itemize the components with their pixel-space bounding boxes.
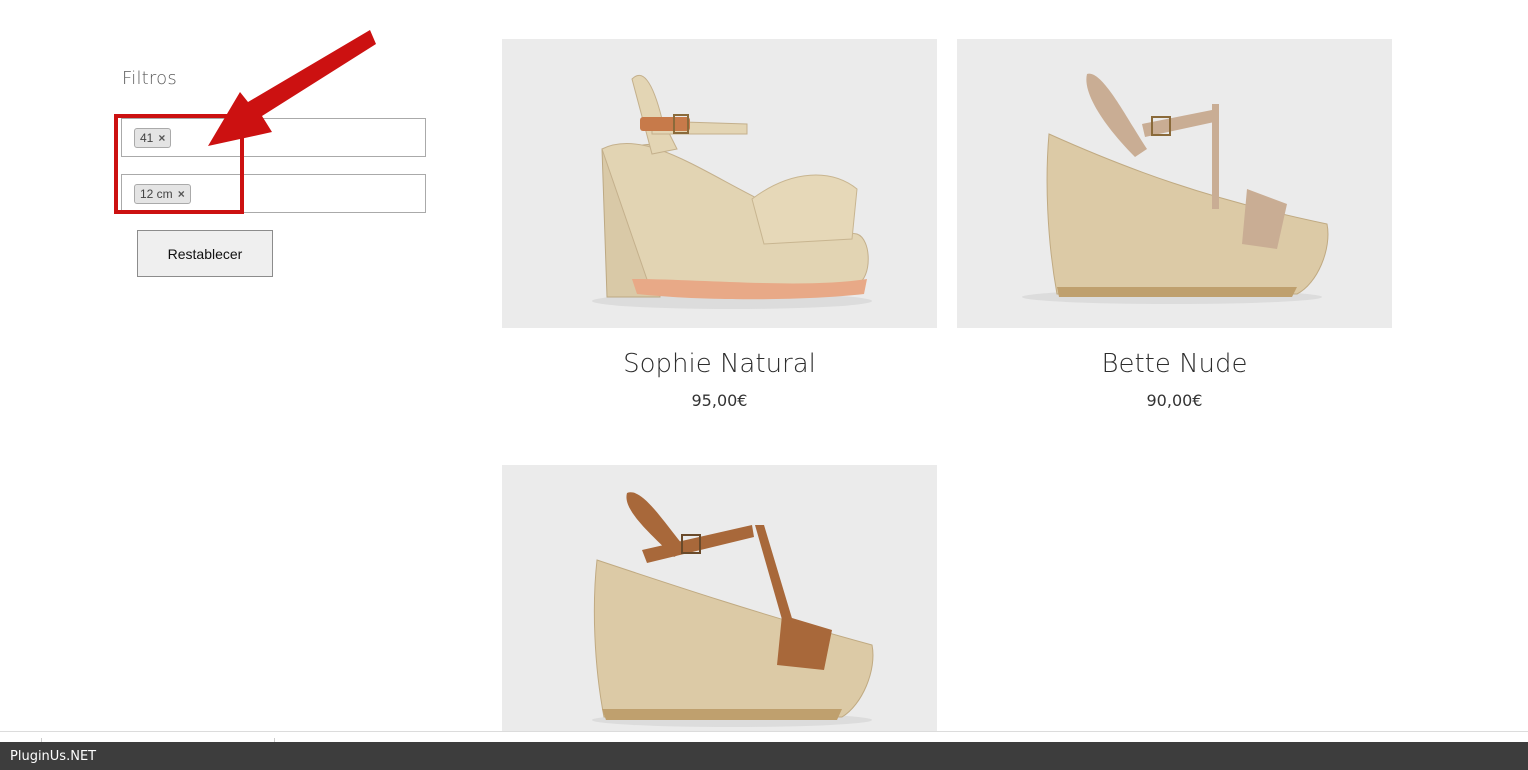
size-filter-chip: 41 × [134,128,172,148]
product-image-espadrille-brown[interactable] [502,465,937,731]
size-filter-select[interactable]: 41 × [121,118,426,157]
product-price: 95,00€ [691,391,748,410]
heel-height-filter-chip-label: 12 cm [140,187,173,201]
filters-title: Filtros [122,68,177,89]
product-name[interactable]: Sophie Natural [502,349,937,379]
heel-height-filter-select[interactable]: 12 cm × [121,174,426,213]
footer-brand[interactable]: PluginUs.NET [10,749,96,764]
heel-height-filter-chip: 12 cm × [134,184,191,204]
product-name[interactable]: Bette Nude [957,349,1392,379]
product-image-bette-nude[interactable] [957,39,1392,328]
remove-chip-icon[interactable]: × [178,187,185,201]
size-filter-chip-label: 41 [140,131,154,145]
reset-button[interactable]: Restablecer [137,230,273,277]
product-image-sophie-natural[interactable] [502,39,937,328]
remove-chip-icon[interactable]: × [158,131,165,145]
product-price: 90,00€ [1146,391,1203,410]
footer-bar: PluginUs.NET [0,742,1528,770]
